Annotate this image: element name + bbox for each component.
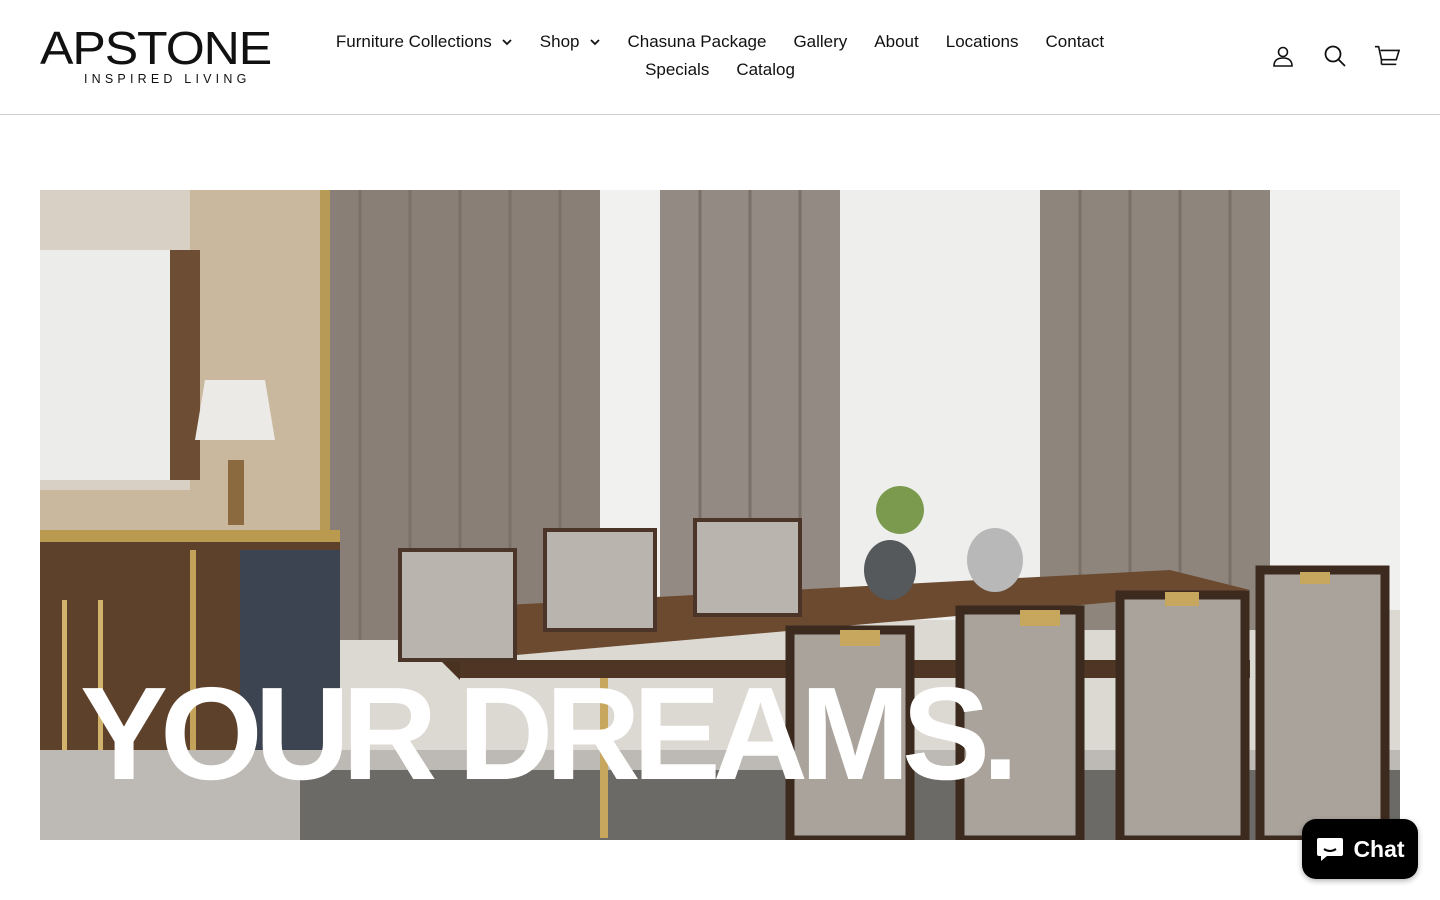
nav-item-locations[interactable]: Locations (946, 32, 1019, 52)
nav-item-furniture-collections[interactable]: Furniture Collections (336, 32, 513, 52)
nav-item-gallery[interactable]: Gallery (793, 32, 847, 52)
nav-item-about[interactable]: About (874, 32, 918, 52)
chat-button[interactable]: Chat (1302, 819, 1418, 879)
chat-label: Chat (1353, 835, 1405, 862)
chat-bubble-icon (1317, 838, 1344, 861)
nav-item-contact[interactable]: Contact (1046, 32, 1105, 52)
nav-item-chasuna-package[interactable]: Chasuna Package (628, 32, 767, 52)
cart-icon[interactable] (1374, 42, 1400, 70)
nav-row-primary: Furniture Collections Shop Chasuna Packa… (330, 28, 1110, 56)
nav-item-label: Shop (539, 32, 580, 51)
hero-banner[interactable]: YOUR DREAMS. (40, 190, 1400, 840)
nav-row-secondary: Specials Catalog (330, 56, 1110, 84)
logo-tagline: INSPIRED LIVING (84, 72, 251, 86)
nav-item-catalog[interactable]: Catalog (736, 60, 795, 80)
logo-wordmark: APSTONE (40, 22, 272, 74)
nav-item-shop[interactable]: Shop (540, 32, 601, 52)
search-icon[interactable] (1322, 42, 1348, 70)
hero-headline: YOUR DREAMS. (80, 660, 1019, 807)
chevron-down-icon (589, 39, 600, 46)
main-nav: Furniture Collections Shop Chasuna Packa… (330, 28, 1110, 84)
logo[interactable]: APSTONE INSPIRED LIVING (40, 25, 292, 88)
site-header: APSTONE INSPIRED LIVING Furniture Collec… (0, 0, 1440, 115)
nav-item-specials[interactable]: Specials (645, 60, 709, 80)
account-icon[interactable] (1270, 42, 1296, 70)
header-icons (1270, 42, 1400, 70)
chevron-down-icon (502, 39, 512, 46)
nav-item-label: Furniture Collections (335, 32, 492, 51)
